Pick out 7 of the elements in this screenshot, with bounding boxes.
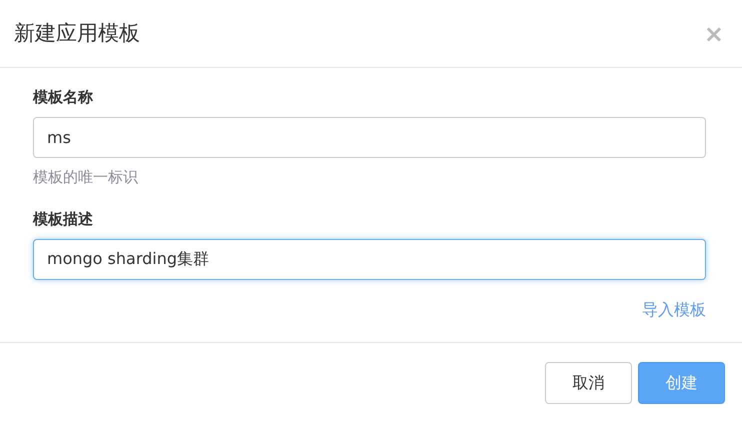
field-label: 模板名称 — [33, 87, 94, 108]
field-label: 模板描述 — [33, 209, 94, 230]
text-field[interactable]: ms — [33, 116, 706, 158]
help-text: 模板的唯一标识 — [33, 166, 139, 188]
dialog-title: 新建应用模板 — [14, 20, 140, 46]
cancel-button[interactable]: 取消 — [545, 362, 632, 404]
text-field[interactable]: mongo sharding集群 — [33, 238, 706, 280]
